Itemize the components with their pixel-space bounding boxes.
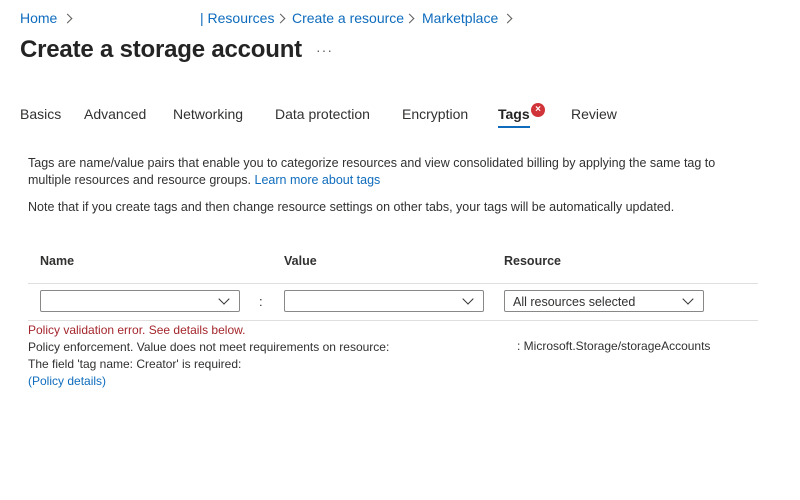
policy-field-required: The field 'tag name: Creator' is require… <box>28 357 242 371</box>
tag-resource-value: All resources selected <box>513 295 636 309</box>
tag-resource-dropdown[interactable]: All resources selected <box>504 290 704 312</box>
chevron-down-icon <box>218 293 230 305</box>
chevron-right-icon <box>404 13 415 24</box>
error-badge-icon: × <box>531 103 545 117</box>
column-header-value: Value <box>284 254 317 268</box>
column-header-resource: Resource <box>504 254 561 268</box>
chevron-down-icon <box>682 293 694 305</box>
policy-details-link[interactable]: (Policy details) <box>28 374 106 388</box>
name-value-separator: : <box>259 294 263 309</box>
breadcrumb-resources[interactable]: | Resources <box>200 10 274 26</box>
tags-note: Note that if you create tags and then ch… <box>28 200 675 214</box>
policy-resource-type: : Microsoft.Storage/storageAccounts <box>517 339 711 353</box>
tag-value-dropdown[interactable] <box>284 290 484 312</box>
tab-encryption[interactable]: Encryption <box>402 106 468 122</box>
chevron-right-icon <box>502 13 513 24</box>
chevron-down-icon <box>462 293 474 305</box>
policy-validation-error: Policy validation error. See details bel… <box>28 323 246 337</box>
tab-basics[interactable]: Basics <box>20 106 61 122</box>
page-title: Create a storage account <box>20 36 302 63</box>
table-divider <box>28 283 758 284</box>
tab-advanced[interactable]: Advanced <box>84 106 146 122</box>
chevron-right-icon <box>275 13 286 24</box>
learn-more-link[interactable]: Learn more about tags <box>255 173 381 187</box>
tag-name-dropdown[interactable] <box>40 290 240 312</box>
tab-review[interactable]: Review <box>571 106 617 122</box>
tags-description: Tags are name/value pairs that enable yo… <box>28 155 758 189</box>
tab-tags[interactable]: Tags <box>498 106 530 128</box>
tab-data-protection[interactable]: Data protection <box>275 106 370 122</box>
breadcrumb-marketplace[interactable]: Marketplace <box>422 10 498 26</box>
breadcrumb-create-resource[interactable]: Create a resource <box>292 10 404 26</box>
tab-networking[interactable]: Networking <box>173 106 243 122</box>
policy-enforcement-message: Policy enforcement. Value does not meet … <box>28 340 390 354</box>
more-options-icon[interactable]: ··· <box>316 42 333 58</box>
chevron-right-icon <box>62 13 73 24</box>
policy-details-row: (Policy details) <box>28 373 106 389</box>
column-header-name: Name <box>40 254 75 268</box>
breadcrumb-home[interactable]: Home <box>20 10 57 26</box>
table-divider <box>28 320 758 321</box>
